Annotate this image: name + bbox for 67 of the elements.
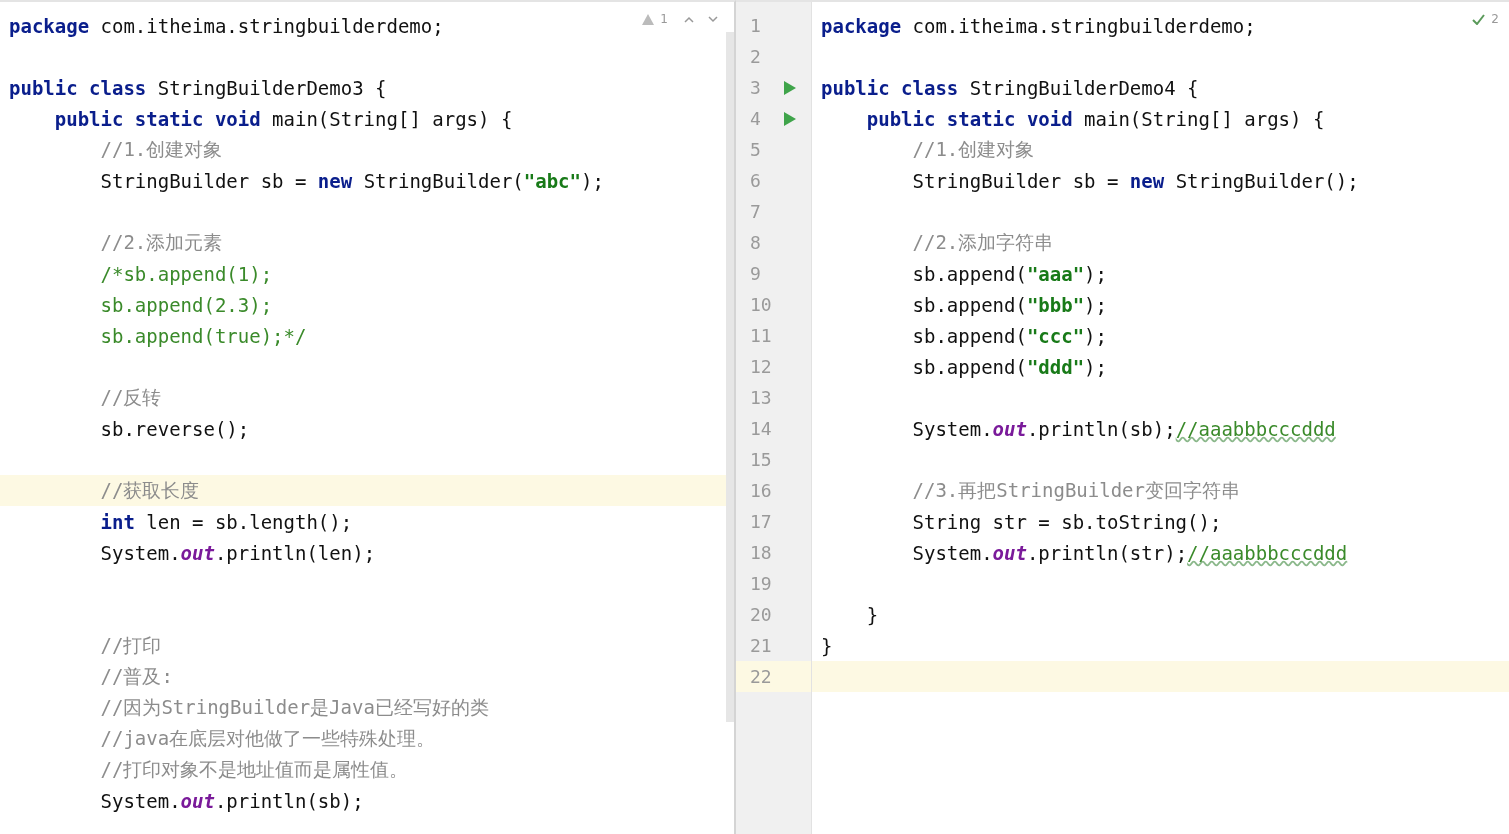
code-line: System.out.println(str);//aaabbbcccddd [911,541,1348,564]
run-icon[interactable] [784,111,796,126]
code-line: sb.reverse(); [99,417,250,440]
code-line: //打印对象不是地址值而是属性值。 [99,756,409,782]
code-line: StringBuilder sb = new StringBuilder(); [911,169,1359,192]
code-line: public static void main(String[] args) { [53,107,513,130]
line-number: 22 [750,666,773,687]
line-number: 10 [750,294,773,315]
line-number: 1 [750,15,762,36]
line-number: 12 [750,356,773,377]
line-number: 17 [750,511,773,532]
line-number: 13 [750,387,773,408]
code-line: System.out.println(len); [99,541,376,564]
line-number: 18 [750,542,773,563]
line-number: 9 [750,263,762,284]
code-line: //java在底层对他做了一些特殊处理。 [99,725,436,751]
line-number: 7 [750,201,762,222]
code-line: //1.创建对象 [99,136,223,162]
line-number: 14 [750,418,773,439]
code-line: package com.itheima.stringbuilderdemo; [820,14,1256,37]
line-number: 16 [750,480,773,501]
line-number: 2 [750,46,762,67]
code-line: StringBuilder sb = new StringBuilder("abc"); [99,169,604,192]
line-number: 8 [750,232,762,253]
code-line: //打印 [99,632,162,658]
chevron-up-icon[interactable] [684,15,694,23]
chevron-down-icon[interactable] [708,15,718,23]
code-line: sb.append("bbb"); [911,293,1107,316]
code-line: //获取长度 [99,477,200,503]
line-number: 5 [750,139,762,160]
scrollbar[interactable] [726,32,734,722]
code-line: System.out.println(sb);//aaabbbcccddd [911,417,1336,440]
code-line: public static void main(String[] args) { [865,107,1325,130]
code-line: /*sb.append(1); [99,262,273,285]
code-line: package com.itheima.stringbuilderdemo; [8,14,444,37]
line-number: 11 [750,325,773,346]
code-line: int len = sb.length(); [99,510,353,533]
code-line: sb.append("aaa"); [911,262,1107,285]
code-line: System.out.println(sb); [99,789,364,812]
code-line: } [865,603,879,626]
code-line: //2.添加元素 [99,229,223,255]
code-line: sb.append("ddd"); [911,355,1107,378]
code-line: sb.append(2.3); [99,293,273,316]
problem-count: 2 [1491,12,1499,26]
code-line: sb.append("ccc"); [911,324,1107,347]
line-number: 19 [750,573,773,594]
line-number: 6 [750,170,762,191]
code-line: //普及: [99,663,173,689]
code-line: public class StringBuilderDemo4 { [820,76,1199,99]
code-line: //2.添加字符串 [911,229,1054,255]
line-number: 4 [750,108,762,129]
line-number: 20 [750,604,773,625]
check-icon [1472,13,1486,25]
code-line: sb.append(true);*/ [99,324,307,347]
code-line: //1.创建对象 [911,136,1035,162]
code-line: //因为StringBuilder是Java已经写好的类 [99,694,489,720]
problem-count: 1 [660,12,668,26]
line-number: 15 [750,449,773,470]
run-icon[interactable] [784,80,796,95]
code-line: public class StringBuilderDemo3 { [8,76,387,99]
code-line: String str = sb.toString(); [911,510,1222,533]
line-number: 3 [750,77,762,98]
code-line: //反转 [99,384,162,410]
code-line: } [820,634,833,657]
line-number: 21 [750,635,773,656]
code-line: //3.再把StringBuilder变回字符串 [911,477,1240,503]
warning-icon [642,13,655,25]
